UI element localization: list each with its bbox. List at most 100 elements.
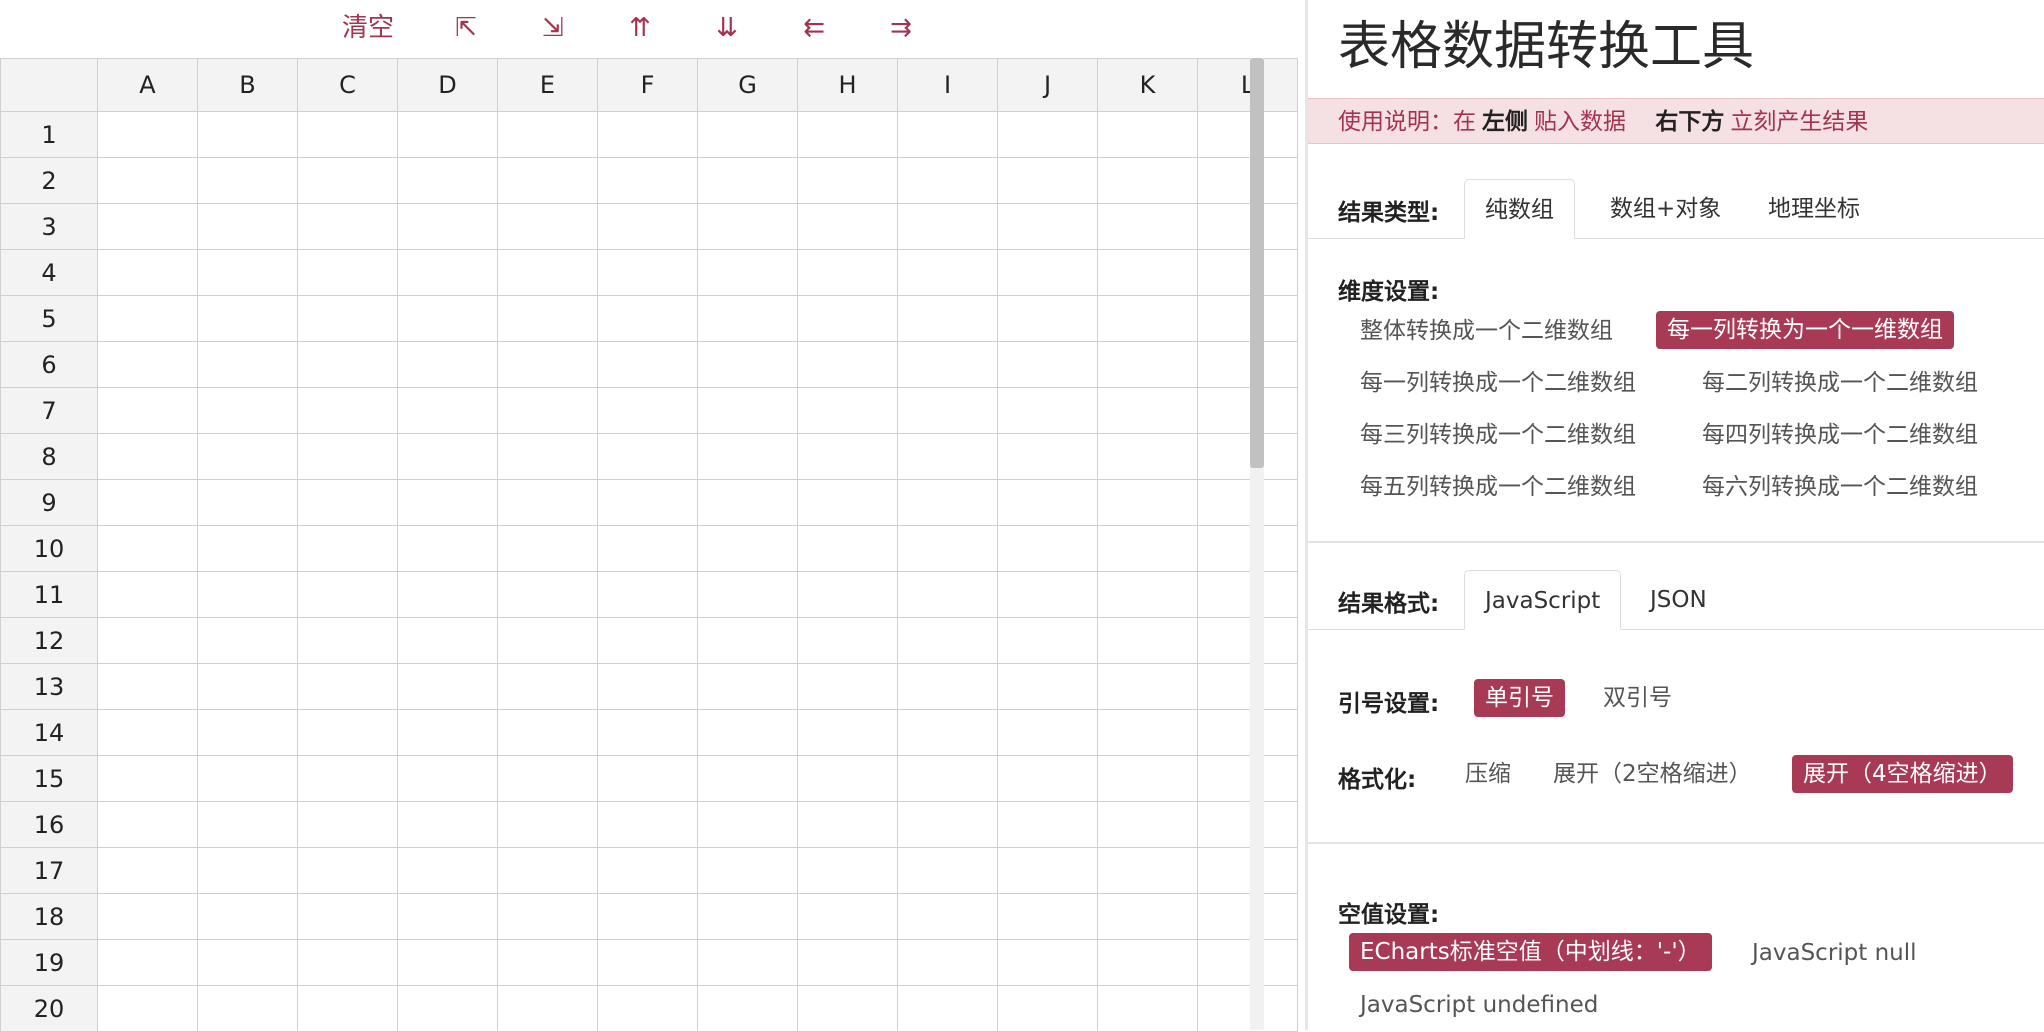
grid-cell[interactable] [1197, 617, 1298, 664]
grid-cell[interactable] [997, 663, 1098, 710]
grid-cell[interactable] [597, 985, 698, 1032]
grid-cell[interactable] [797, 709, 898, 756]
grid-cell[interactable] [297, 617, 398, 664]
grid-cell[interactable] [897, 203, 998, 250]
grid-cell[interactable] [1197, 203, 1298, 250]
grid-cell[interactable] [997, 341, 1098, 388]
grid-cell[interactable] [1097, 249, 1198, 296]
grid-cell[interactable] [497, 525, 598, 572]
grid-cell[interactable] [697, 249, 798, 296]
formatting-option-indent-4[interactable]: 展开（4空格缩进） [1792, 755, 2013, 793]
grid-cell[interactable] [997, 295, 1098, 342]
grid-cell[interactable] [1097, 111, 1198, 158]
grid-cell[interactable] [397, 157, 498, 204]
column-header[interactable]: D [397, 58, 498, 112]
grid-cell[interactable] [1197, 755, 1298, 802]
grid-cell[interactable] [997, 847, 1098, 894]
row-header[interactable]: 15 [0, 755, 98, 802]
grid-cell[interactable] [97, 341, 198, 388]
grid-cell[interactable] [597, 801, 698, 848]
grid-cell[interactable] [997, 801, 1098, 848]
grid-cell[interactable] [497, 203, 598, 250]
grid-cell[interactable] [297, 663, 398, 710]
grid-cell[interactable] [597, 111, 698, 158]
null-option-js-null[interactable]: JavaScript null [1741, 934, 1928, 972]
dimension-option-each-column-1d[interactable]: 每一列转换为一个一维数组 [1656, 311, 1954, 349]
dimension-option-every-1-column[interactable]: 每一列转换成一个二维数组 [1349, 364, 1647, 402]
grid-cell[interactable] [997, 709, 1098, 756]
grid-cell[interactable] [997, 755, 1098, 802]
row-header[interactable]: 6 [0, 341, 98, 388]
grid-cell[interactable] [397, 479, 498, 526]
grid-cell[interactable] [897, 893, 998, 940]
grid-cell[interactable] [697, 157, 798, 204]
grid-cell[interactable] [997, 433, 1098, 480]
grid-cell[interactable] [597, 847, 698, 894]
move-left-icon[interactable]: ⇇ [798, 6, 830, 50]
grid-cell[interactable] [997, 939, 1098, 986]
grid-cell[interactable] [297, 387, 398, 434]
tab-geo-coordinates[interactable]: 地理坐标 [1748, 179, 1880, 239]
grid-cell[interactable] [197, 985, 298, 1032]
grid-cell[interactable] [797, 617, 898, 664]
grid-cell[interactable] [1197, 387, 1298, 434]
grid-cell[interactable] [1197, 295, 1298, 342]
grid-cell[interactable] [897, 939, 998, 986]
grid-cell[interactable] [1097, 525, 1198, 572]
column-header[interactable]: E [497, 58, 598, 112]
grid-cell[interactable] [597, 157, 698, 204]
grid-cell[interactable] [1197, 433, 1298, 480]
grid-cell[interactable] [297, 111, 398, 158]
grid-cell[interactable] [1097, 571, 1198, 618]
grid-cell[interactable] [597, 617, 698, 664]
grid-cell[interactable] [397, 111, 498, 158]
grid-cell[interactable] [697, 985, 798, 1032]
tab-array-object[interactable]: 数组+对象 [1590, 179, 1741, 239]
grid-cell[interactable] [797, 433, 898, 480]
grid-cell[interactable] [497, 341, 598, 388]
grid-cell[interactable] [497, 387, 598, 434]
grid-cell[interactable] [897, 985, 998, 1032]
dimension-option-whole[interactable]: 整体转换成一个二维数组 [1349, 312, 1624, 350]
grid-cell[interactable] [997, 479, 1098, 526]
grid-cell[interactable] [797, 663, 898, 710]
grid-cell[interactable] [97, 985, 198, 1032]
grid-cell[interactable] [1197, 939, 1298, 986]
grid-cell[interactable] [297, 709, 398, 756]
grid-cell[interactable] [397, 801, 498, 848]
grid-cell[interactable] [397, 295, 498, 342]
grid-corner[interactable] [0, 58, 98, 112]
grid-cell[interactable] [297, 571, 398, 618]
grid-cell[interactable] [797, 893, 898, 940]
row-header[interactable]: 4 [0, 249, 98, 296]
grid-cell[interactable] [197, 571, 298, 618]
grid-cell[interactable] [497, 939, 598, 986]
row-header[interactable]: 10 [0, 525, 98, 572]
grid-cell[interactable] [1097, 893, 1198, 940]
grid-cell[interactable] [1197, 157, 1298, 204]
grid-cell[interactable] [497, 295, 598, 342]
grid-cell[interactable] [297, 985, 398, 1032]
grid-cell[interactable] [197, 387, 298, 434]
grid-cell[interactable] [797, 341, 898, 388]
grid-cell[interactable] [497, 755, 598, 802]
grid-cell[interactable] [897, 249, 998, 296]
column-header[interactable]: I [897, 58, 998, 112]
row-header[interactable]: 19 [0, 939, 98, 986]
grid-cell[interactable] [97, 387, 198, 434]
grid-cell[interactable] [597, 893, 698, 940]
grid-cell[interactable] [97, 571, 198, 618]
move-top-left-icon[interactable]: ⇱ [450, 6, 482, 50]
grid-cell[interactable] [897, 295, 998, 342]
grid-cell[interactable] [297, 157, 398, 204]
dimension-option-every-5-columns[interactable]: 每五列转换成一个二维数组 [1349, 468, 1647, 506]
grid-cell[interactable] [397, 617, 498, 664]
grid-cell[interactable] [797, 295, 898, 342]
row-header[interactable]: 12 [0, 617, 98, 664]
null-option-echarts[interactable]: ECharts标准空值（中划线：'-'） [1349, 933, 1712, 971]
grid-cell[interactable] [797, 939, 898, 986]
row-header[interactable]: 1 [0, 111, 98, 158]
grid-cell[interactable] [897, 755, 998, 802]
grid-cell[interactable] [797, 111, 898, 158]
grid-cell[interactable] [997, 203, 1098, 250]
